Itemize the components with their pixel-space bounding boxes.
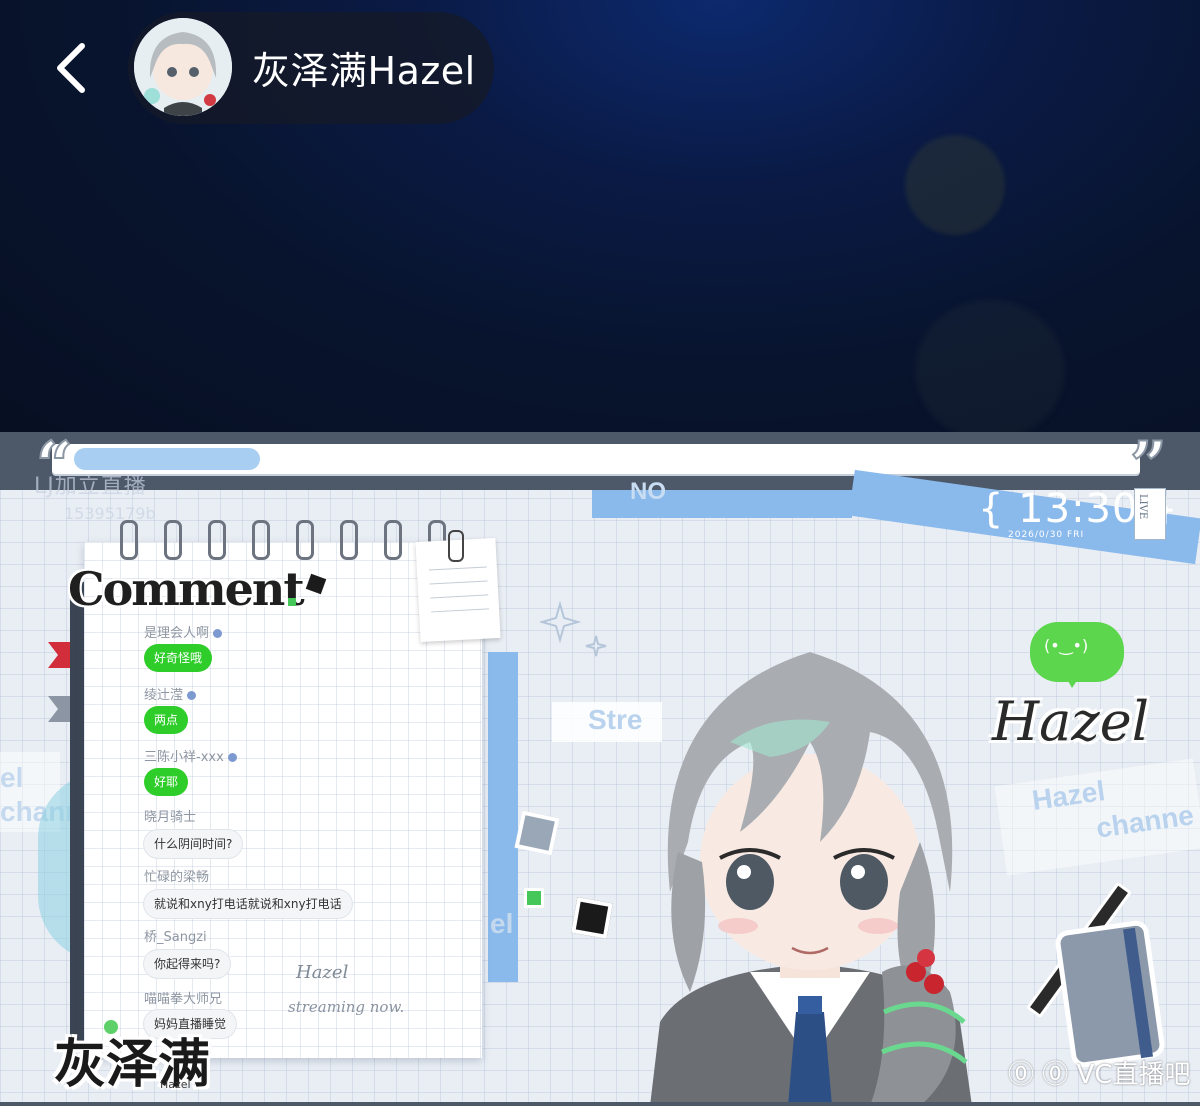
avatar[interactable] <box>134 18 232 116</box>
notebook-ring <box>340 520 358 560</box>
bokeh-light <box>905 135 1005 235</box>
signature-hazel: Hazel <box>296 962 349 983</box>
comment-title: Comment <box>68 562 305 616</box>
watermark-text: LJ加立直播 <box>34 474 147 499</box>
sparkle-icon <box>540 600 607 657</box>
bg-label: NO <box>630 478 666 505</box>
vtuber-avatar <box>650 652 972 1106</box>
chat-username: 喵喵拳大师兄 <box>144 992 223 1007</box>
chat-username: 是理会人啊 <box>144 622 223 641</box>
notebook-ring <box>164 520 182 560</box>
green-square-sticker <box>288 598 296 606</box>
gray-square-sticker <box>514 810 560 856</box>
signature-streaming-now: streaming now. <box>288 998 405 1016</box>
bokeh-light <box>915 300 1065 432</box>
hazel-script-logo: Hazel <box>992 690 1149 753</box>
chat-message: 你起得来吗? <box>144 950 231 978</box>
notebook-ring <box>384 520 402 560</box>
chat-username: 绫辻滢 <box>144 684 197 703</box>
chat-username: 三陈小祥-xxx <box>144 746 237 765</box>
paper-clip-icon <box>448 530 464 562</box>
chat-message: 两点 <box>144 706 189 734</box>
overlay-progress-fill <box>74 448 260 470</box>
chat-message: 什么阴间时间? <box>144 830 243 858</box>
stream-video[interactable]: “ ” LJ加立直播 15395179b NO Stre Hazel chann… <box>0 432 1200 1106</box>
bg-label: el <box>0 762 24 793</box>
chat-message: 好奇怪哦 <box>144 644 213 672</box>
notebook-ring <box>252 520 270 560</box>
chat-message: 好耶 <box>144 768 189 796</box>
speech-bubble-face: (•‿•) <box>1044 636 1089 655</box>
notebook-ring <box>120 520 138 560</box>
chat-username: 晓月骑士 <box>144 810 197 825</box>
frame-bottom-edge <box>0 1102 1200 1106</box>
speech-bubble-tail <box>1062 670 1084 688</box>
chat-username: 桥_Sangzi <box>144 930 207 945</box>
notebook-ring <box>208 520 226 560</box>
green-dot-sticker <box>104 1020 118 1034</box>
chevron-left-icon <box>57 43 85 93</box>
streamer-name: 灰泽满Hazel <box>252 49 476 93</box>
back-button[interactable] <box>46 36 106 100</box>
black-square-sticker <box>571 897 613 939</box>
green-square-sticker <box>524 888 544 908</box>
watermark-id: 15395179b <box>64 504 156 523</box>
chat-message: 就说和xny打电话就说和xny打电话 <box>144 890 352 918</box>
platform-watermark: ⓪ ⓪ VC直播吧 <box>1008 1060 1191 1090</box>
notebook-ring <box>296 520 314 560</box>
live-tag-label: LIVE <box>1137 494 1148 520</box>
clock-date: 2026/0/30 FRI <box>1008 530 1085 540</box>
chat-username: 忙碌的梁畅 <box>144 870 210 885</box>
bg-label: el <box>490 908 514 939</box>
channel-logo-sub: Hazel <box>160 1078 191 1091</box>
